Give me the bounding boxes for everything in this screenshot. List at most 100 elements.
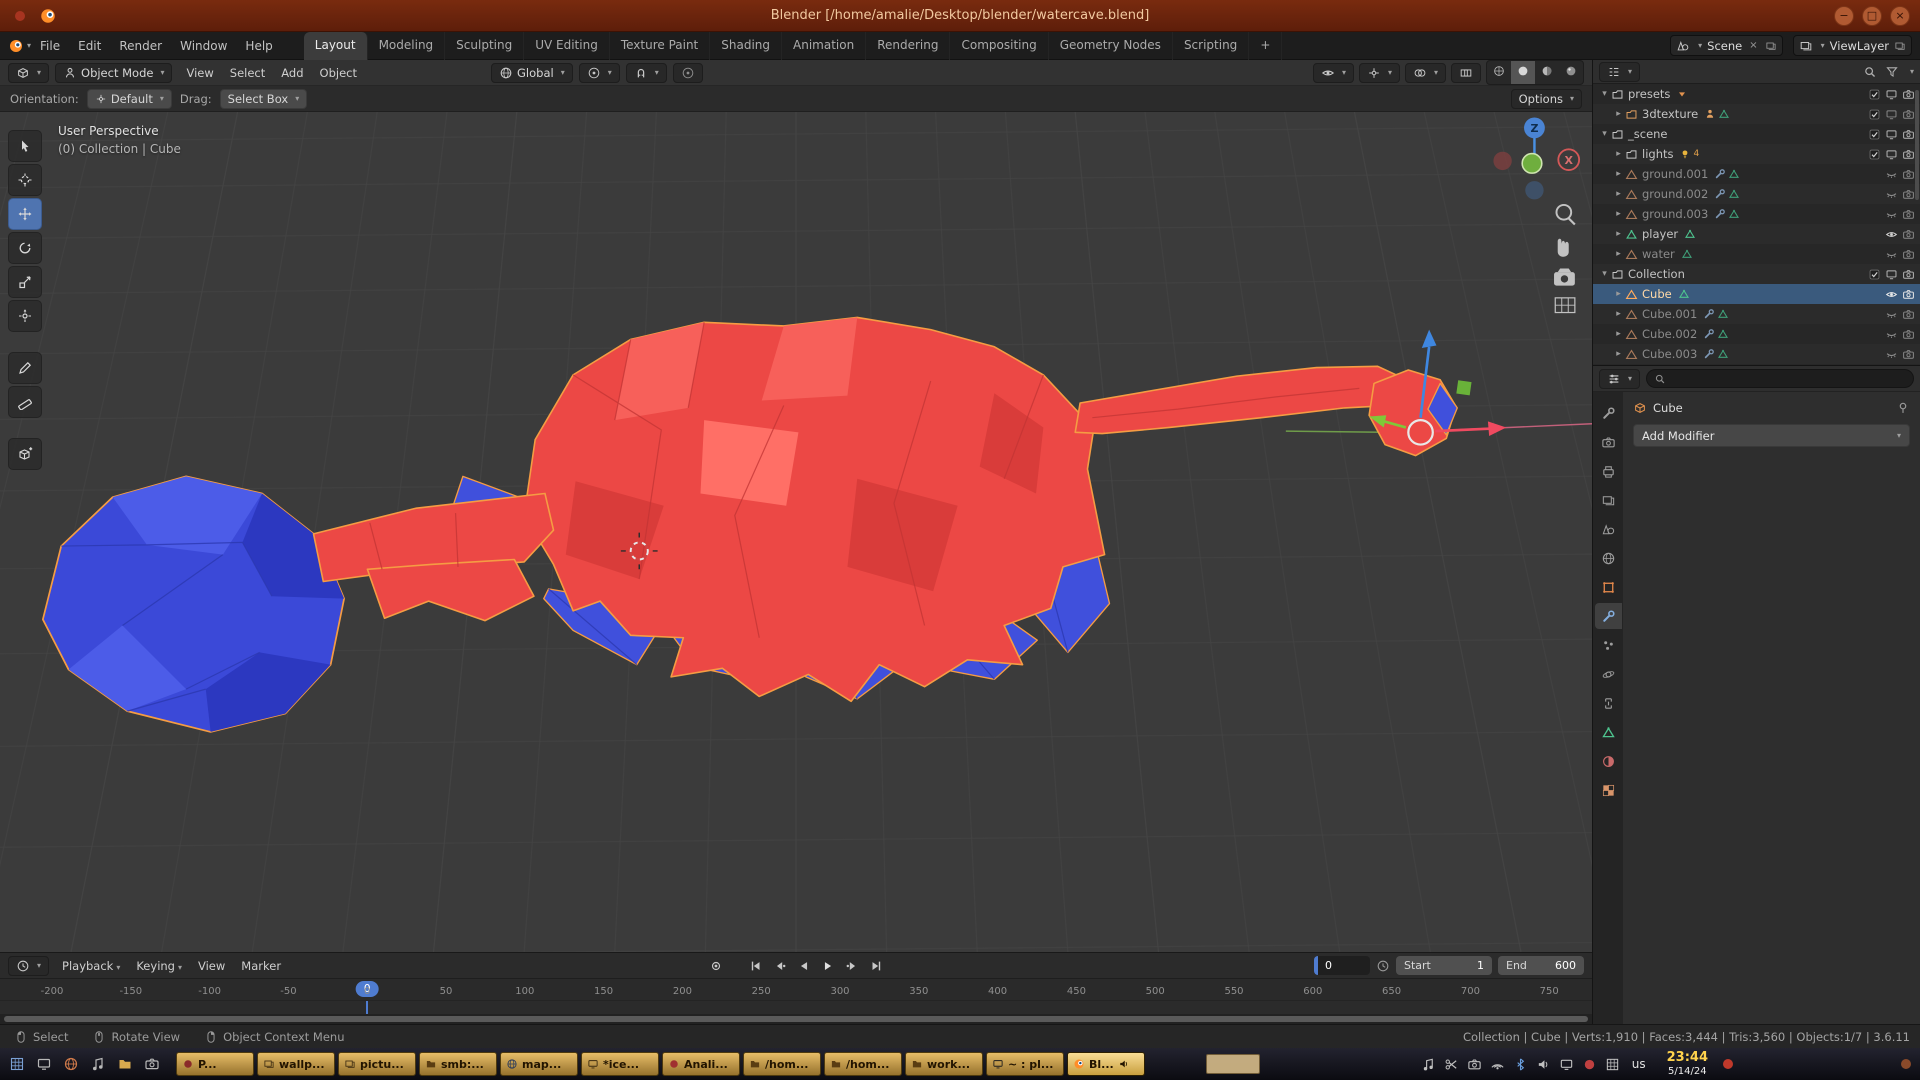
timeline-scrollbar[interactable] [0, 1014, 1592, 1024]
properties-tab-object[interactable] [1595, 574, 1622, 600]
blender-menu-icon[interactable] [8, 38, 24, 54]
timeline-menu-keying[interactable]: Keying▾ [128, 956, 190, 976]
camera-icon[interactable] [1902, 228, 1915, 241]
timeline-menu-view[interactable]: View [190, 956, 233, 976]
disclosure-icon[interactable]: ▸ [1612, 149, 1625, 159]
tray-bluetooth-icon[interactable] [1513, 1057, 1528, 1072]
properties-tab-output[interactable] [1595, 458, 1622, 484]
disclosure-icon[interactable]: ▸ [1612, 329, 1625, 339]
camera-icon[interactable] [1902, 308, 1915, 321]
properties-tab-texture[interactable] [1595, 777, 1622, 803]
tool-annotate-button[interactable] [8, 352, 42, 384]
camera-icon[interactable] [1902, 328, 1915, 341]
tray-display-icon[interactable] [1559, 1057, 1574, 1072]
viewport-menu-select[interactable]: Select [222, 63, 273, 83]
snapping-toggle[interactable]: ▾ [626, 63, 667, 83]
add-modifier-dropdown[interactable]: Add Modifier ▾ [1633, 424, 1910, 447]
disclosure-icon[interactable]: ▸ [1612, 289, 1625, 299]
properties-tab-constraints[interactable] [1595, 690, 1622, 716]
preview-range-icon[interactable] [1376, 959, 1390, 973]
orientation-dropdown[interactable]: Default▾ [87, 89, 172, 109]
taskbar-window-7-hom[interactable]: /hom... [743, 1052, 821, 1076]
play-button[interactable] [817, 956, 839, 976]
eyeclosed-icon[interactable] [1885, 328, 1898, 341]
screen-icon[interactable] [1885, 268, 1898, 281]
play-reverse-button[interactable] [793, 956, 815, 976]
camera-icon[interactable] [1902, 88, 1915, 101]
tool-transform-button[interactable] [8, 300, 42, 332]
outliner-row-ground-002[interactable]: ▸ground.002 [1593, 184, 1920, 204]
next-keyframe-button[interactable] [841, 956, 863, 976]
properties-tab-material[interactable] [1595, 748, 1622, 774]
workspace-tab-modeling[interactable]: Modeling [368, 32, 446, 60]
properties-tab-world[interactable] [1595, 545, 1622, 571]
camera-icon[interactable] [1902, 188, 1915, 201]
outliner-row-player[interactable]: ▸player [1593, 224, 1920, 244]
launcher-browser[interactable] [60, 1053, 82, 1075]
outliner-row-ground-001[interactable]: ▸ground.001 [1593, 164, 1920, 184]
tray-screenshot-icon[interactable] [1467, 1057, 1482, 1072]
outliner-row-cube-003[interactable]: ▸Cube.003 [1593, 344, 1920, 364]
timeline-menu-marker[interactable]: Marker [233, 956, 289, 976]
mode-selector[interactable]: Object Mode▾ [55, 63, 172, 83]
camera-icon[interactable] [1902, 168, 1915, 181]
menu-file[interactable]: File [31, 35, 69, 57]
menu-render[interactable]: Render [110, 35, 171, 57]
frame-end-field[interactable]: End600 [1498, 956, 1584, 975]
tool-select-box-button[interactable] [8, 130, 42, 162]
camera-icon[interactable] [1902, 148, 1915, 161]
disclosure-icon[interactable]: ▸ [1612, 349, 1625, 359]
taskbar-window-3-smb[interactable]: smb:... [419, 1052, 497, 1076]
taskbar-window-8-hom[interactable]: /hom... [824, 1052, 902, 1076]
camera-icon[interactable] [1902, 268, 1915, 281]
taskbar-window-4-map[interactable]: map... [500, 1052, 578, 1076]
options-dropdown[interactable]: Options▾ [1511, 89, 1582, 109]
disclosure-icon[interactable]: ▾ [1598, 129, 1611, 139]
launcher-show-desktop[interactable] [33, 1053, 55, 1075]
disclosure-icon[interactable]: ▸ [1612, 109, 1625, 119]
auto-keying-button[interactable] [705, 956, 727, 976]
tool-move-button[interactable] [8, 198, 42, 230]
tool-measure-button[interactable] [8, 386, 42, 418]
taskbar-window-9-work[interactable]: work... [905, 1052, 983, 1076]
outliner-search-icon[interactable] [1863, 65, 1877, 79]
launcher-files[interactable] [114, 1053, 136, 1075]
workspace-tab-texture-paint[interactable]: Texture Paint [610, 32, 710, 60]
viewport-menu-view[interactable]: View [178, 63, 221, 83]
workspace-tab-shading[interactable]: Shading [710, 32, 782, 60]
eye-icon[interactable] [1885, 228, 1898, 241]
outliner-scrollbar[interactable] [1915, 90, 1919, 200]
keyboard-layout-indicator[interactable]: us [1632, 1057, 1646, 1071]
prev-keyframe-button[interactable] [769, 956, 791, 976]
properties-tab-object-data[interactable] [1595, 719, 1622, 745]
timeline-menu-playback[interactable]: Playback▾ [54, 956, 128, 976]
outliner-row-cube[interactable]: ▸Cube [1593, 284, 1920, 304]
xray-toggle[interactable] [1451, 63, 1481, 83]
taskbar-notifications-icon[interactable] [1720, 1056, 1736, 1072]
eyeclosed-icon[interactable] [1885, 348, 1898, 361]
tool-add-cube-button[interactable] [8, 438, 42, 470]
scene-unlink-button[interactable]: × [1747, 40, 1759, 51]
timeline-scrollbar-handle[interactable] [4, 1016, 1588, 1022]
camera-icon[interactable] [1902, 208, 1915, 221]
properties-editor-selector[interactable]: ▾ [1599, 369, 1640, 389]
tool-rotate-button[interactable] [8, 232, 42, 264]
ortho-grid-icon[interactable] [1555, 298, 1575, 313]
properties-search-input[interactable] [1646, 369, 1914, 388]
outliner-row-water[interactable]: ▸water [1593, 244, 1920, 264]
jump-to-start-button[interactable] [745, 956, 767, 976]
outliner-row-3dtexture[interactable]: ▸3dtexture [1593, 104, 1920, 124]
outliner-filter-icon[interactable] [1885, 65, 1899, 79]
maximize-button[interactable]: □ [1862, 6, 1882, 26]
mesh-watercave-object[interactable] [43, 317, 1457, 731]
disclosure-icon[interactable]: ▸ [1612, 189, 1625, 199]
navigation-gizmo[interactable]: Z X [1493, 118, 1579, 200]
disclosure-icon[interactable]: ▸ [1612, 209, 1625, 219]
tray-volume-icon[interactable] [1536, 1057, 1551, 1072]
taskbar-window-5-ice[interactable]: *ice... [581, 1052, 659, 1076]
outliner-row-scene[interactable]: ▾_scene [1593, 124, 1920, 144]
taskbar-window-10-pl[interactable]: ~ : pl... [986, 1052, 1064, 1076]
viewport-menu-add[interactable]: Add [273, 63, 311, 83]
taskbar-clock[interactable]: 23:44 5/14/24 [1667, 1051, 1708, 1077]
scene-copy-button[interactable] [1765, 40, 1777, 52]
